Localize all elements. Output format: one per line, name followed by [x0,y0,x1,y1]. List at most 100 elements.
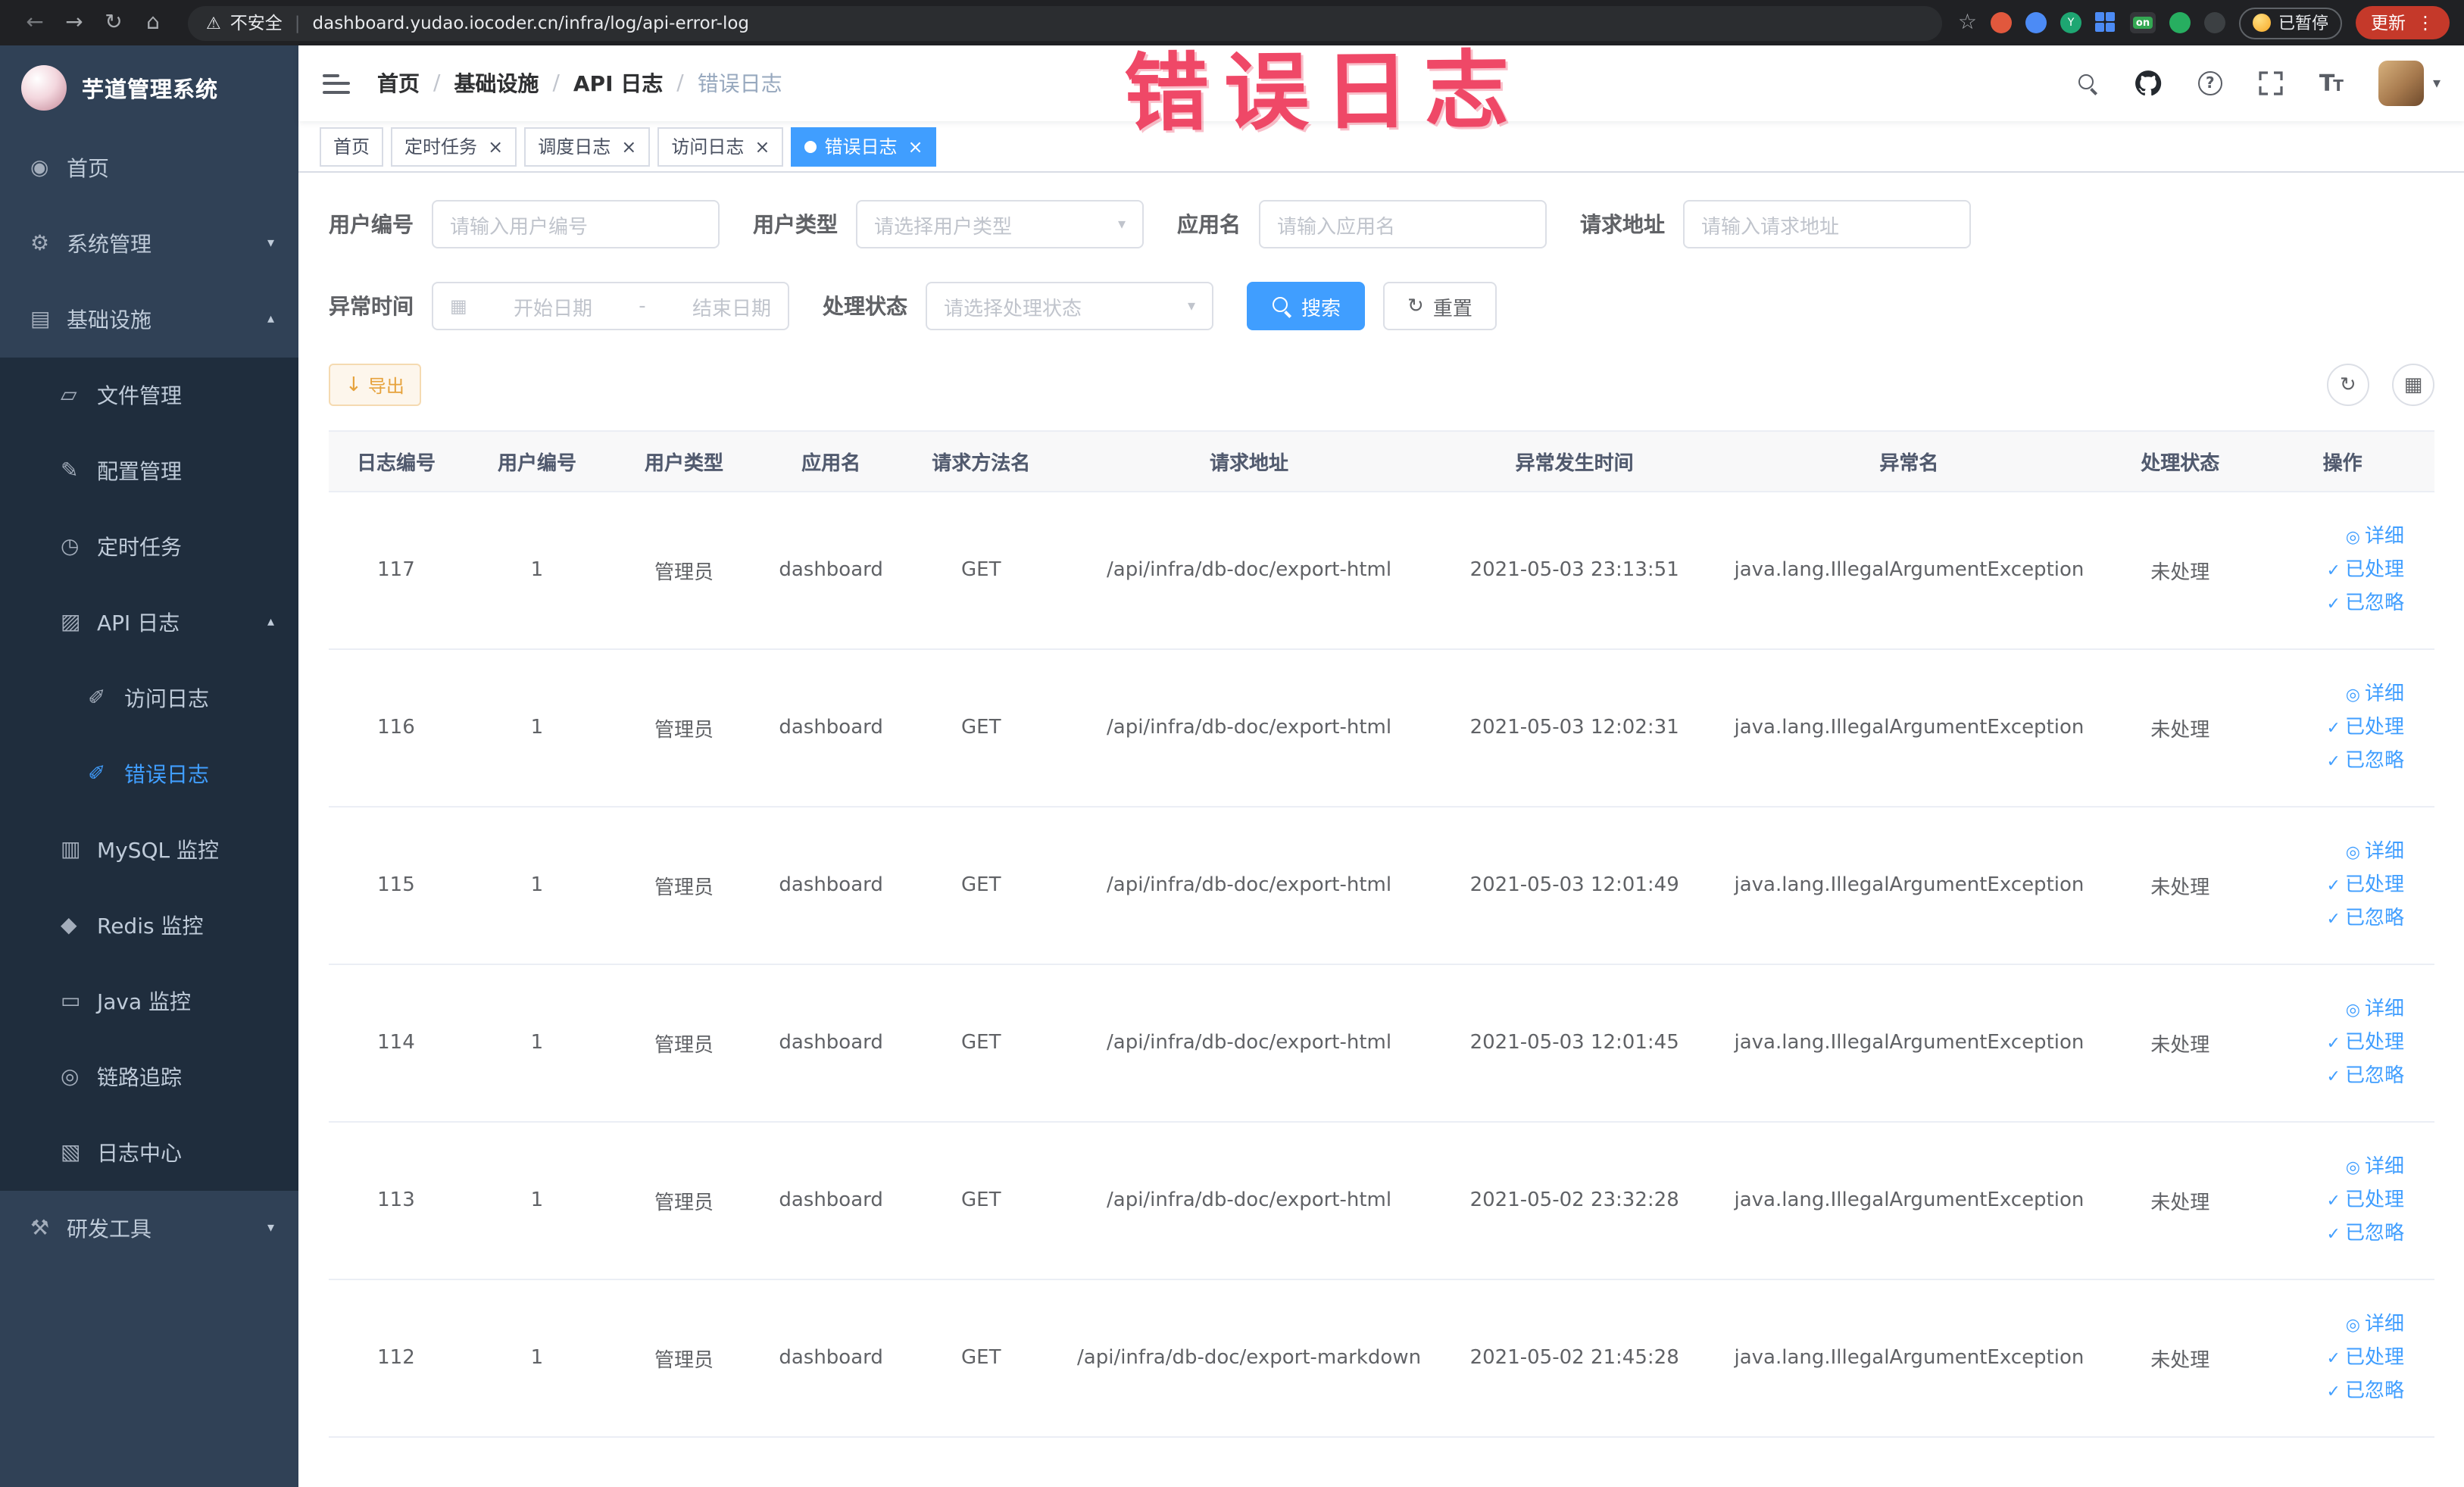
paused-label: 已暂停 [2278,14,2328,33]
breadcrumb-item[interactable]: 基础设施 [454,68,539,98]
back-icon[interactable]: ← [15,11,55,35]
hamburger-icon[interactable] [323,73,350,93]
forward-icon[interactable]: → [55,11,94,35]
sidebar-item-dev-tools[interactable]: ⚒ 研发工具 ▾ [0,1191,298,1267]
action-已忽略[interactable]: ✓ 已忽略 [2256,1060,2404,1093]
breadcrumb-separator: / [676,71,684,95]
column-visibility-button[interactable]: ▦ [2392,364,2434,406]
close-icon[interactable]: × [908,137,923,155]
filter-exception-time: 异常时间 ▦ 开始日期 - 结束日期 [329,282,789,330]
browser-update-button[interactable]: 更新 ⋮ [2356,6,2450,39]
sidebar-item-file[interactable]: ▱ 文件管理 [0,358,298,433]
action-已忽略[interactable]: ✓ 已忽略 [2256,745,2404,778]
sidebar-item-java[interactable]: ▭ Java 监控 [0,964,298,1039]
filter-select-user-type[interactable]: 请选择用户类型 ▾ [856,200,1144,248]
cell-5: /api/infra/db-doc/export-html [1057,807,1441,965]
tab-访问日志[interactable]: 访问日志 × [657,127,784,166]
action-详细[interactable]: ◎ 详细 [2256,1151,2404,1184]
browser-toolbar: ← → ↻ ⌂ ⚠ 不安全 | dashboard.yudao.iocoder.… [0,0,2464,45]
action-已忽略[interactable]: ✓ 已忽略 [2256,1217,2404,1251]
column-header-9: 操作 [2250,430,2434,492]
check-icon: ✓ [2326,1190,2341,1210]
font-size-icon[interactable]: TT [2319,70,2344,97]
extension-icon-on-badge[interactable]: on [2130,12,2156,33]
action-详细[interactable]: ◎ 详细 [2256,993,2404,1026]
sidebar-item-access-log[interactable]: ✐ 访问日志 [0,661,298,736]
breadcrumb-item[interactable]: 首页 [377,68,420,98]
extension-icon-blue[interactable] [2025,12,2047,33]
timer-icon: ◷ [61,535,80,559]
search-button[interactable]: 搜索 [1247,282,1366,330]
action-已处理[interactable]: ✓ 已处理 [2256,711,2404,745]
address-bar[interactable]: ⚠ 不安全 | dashboard.yudao.iocoder.cn/infra… [188,5,1943,40]
export-button[interactable]: ↓ 导出 [329,364,421,406]
extension-icon-paw[interactable] [2204,12,2225,33]
sidebar-item-home[interactable]: ◉ 首页 [0,130,298,206]
sidebar-item-api-log[interactable]: ▨ API 日志 ▴ [0,585,298,661]
browser-actions: ☆ Y on 已暂停 更新 ⋮ [1958,6,2450,39]
action-已忽略[interactable]: ✓ 已忽略 [2256,1375,2404,1408]
action-已处理[interactable]: ✓ 已处理 [2256,1184,2404,1217]
check-icon: ✓ [2326,717,2341,737]
row-actions: ◎ 详细 ✓ 已处理 ✓ 已忽略 [2250,1122,2434,1280]
close-icon[interactable]: × [754,137,770,155]
paused-extension-chip[interactable]: 已暂停 [2239,7,2342,39]
breadcrumb-item[interactable]: API 日志 [573,68,663,98]
action-详细[interactable]: ◎ 详细 [2256,836,2404,869]
home-icon[interactable]: ⌂ [133,11,173,35]
sidebar-item-log-center[interactable]: ▧ 日志中心 [0,1115,298,1191]
tab-错误日志[interactable]: 错误日志 × [791,127,937,166]
action-已处理[interactable]: ✓ 已处理 [2256,554,2404,587]
sidebar-item-label: 链路追踪 [97,1067,182,1091]
github-icon[interactable] [2135,70,2162,97]
tab-首页[interactable]: 首页 [320,127,384,166]
search-icon[interactable] [2077,73,2098,94]
action-已处理[interactable]: ✓ 已处理 [2256,1026,2404,1060]
cell-5: /api/infra/db-doc/export-markdown [1057,1279,1441,1438]
filter-input-user-id[interactable]: 请输入用户编号 [432,200,720,248]
filter-input-app-name[interactable]: 请输入应用名 [1259,200,1547,248]
tab-label: 调度日志 [538,136,611,158]
extension-icon-leaf[interactable] [2169,12,2191,33]
filter-input-request-url[interactable]: 请输入请求地址 [1683,200,1971,248]
action-已忽略[interactable]: ✓ 已忽略 [2256,902,2404,936]
reload-icon[interactable]: ↻ [94,11,133,35]
dashboard-icon: ◉ [30,156,49,180]
action-label: 详细 [2364,683,2404,705]
calendar-icon: ▦ [450,295,467,317]
tab-调度日志[interactable]: 调度日志 × [524,127,651,166]
reset-button[interactable]: ↻ 重置 [1383,282,1497,330]
sidebar-item-trace[interactable]: ◎ 链路追踪 [0,1039,298,1115]
bookmark-star-icon[interactable]: ☆ [1958,11,1977,35]
dev-tools-icon: ⚒ [30,1217,50,1241]
extension-icon-grid[interactable] [2095,12,2116,33]
action-详细[interactable]: ◎ 详细 [2256,678,2404,711]
table-toolbar: ↓ 导出 ↻ ▦ [329,364,2434,406]
sidebar-item-job[interactable]: ◷ 定时任务 [0,509,298,585]
action-详细[interactable]: ◎ 详细 [2256,520,2404,554]
action-已处理[interactable]: ✓ 已处理 [2256,869,2404,902]
app-logo[interactable]: 芋道管理系统 [0,45,298,130]
filter-daterange-exception-time[interactable]: ▦ 开始日期 - 结束日期 [432,282,789,330]
sidebar-item-system[interactable]: ⚙ 系统管理 ▾ [0,206,298,282]
sidebar-item-redis[interactable]: ◆ Redis 监控 [0,888,298,964]
fullscreen-icon[interactable] [2259,71,2283,95]
sidebar-item-error-log[interactable]: ✐ 错误日志 [0,736,298,812]
sidebar-item-infra[interactable]: ▤ 基础设施 ▴ [0,282,298,358]
cell-4: GET [904,1279,1058,1438]
tab-定时任务[interactable]: 定时任务 × [391,127,517,166]
user-menu[interactable]: ▾ [2378,61,2441,106]
extension-icon-green[interactable]: Y [2060,12,2081,33]
action-已处理[interactable]: ✓ 已处理 [2256,1342,2404,1375]
filter-select-process-status[interactable]: 请选择处理状态 ▾ [926,282,1213,330]
extension-icon-orange[interactable] [1991,12,2012,33]
filter-user-id: 用户编号 请输入用户编号 [329,200,720,248]
refresh-button[interactable]: ↻ [2326,364,2369,406]
action-详细[interactable]: ◎ 详细 [2256,1308,2404,1342]
close-icon[interactable]: × [488,137,503,155]
close-icon[interactable]: × [621,137,636,155]
action-已忽略[interactable]: ✓ 已忽略 [2256,587,2404,620]
sidebar-item-mysql[interactable]: ▥ MySQL 监控 [0,812,298,888]
help-icon[interactable]: ? [2197,71,2222,95]
sidebar-item-config[interactable]: ✎ 配置管理 [0,433,298,509]
